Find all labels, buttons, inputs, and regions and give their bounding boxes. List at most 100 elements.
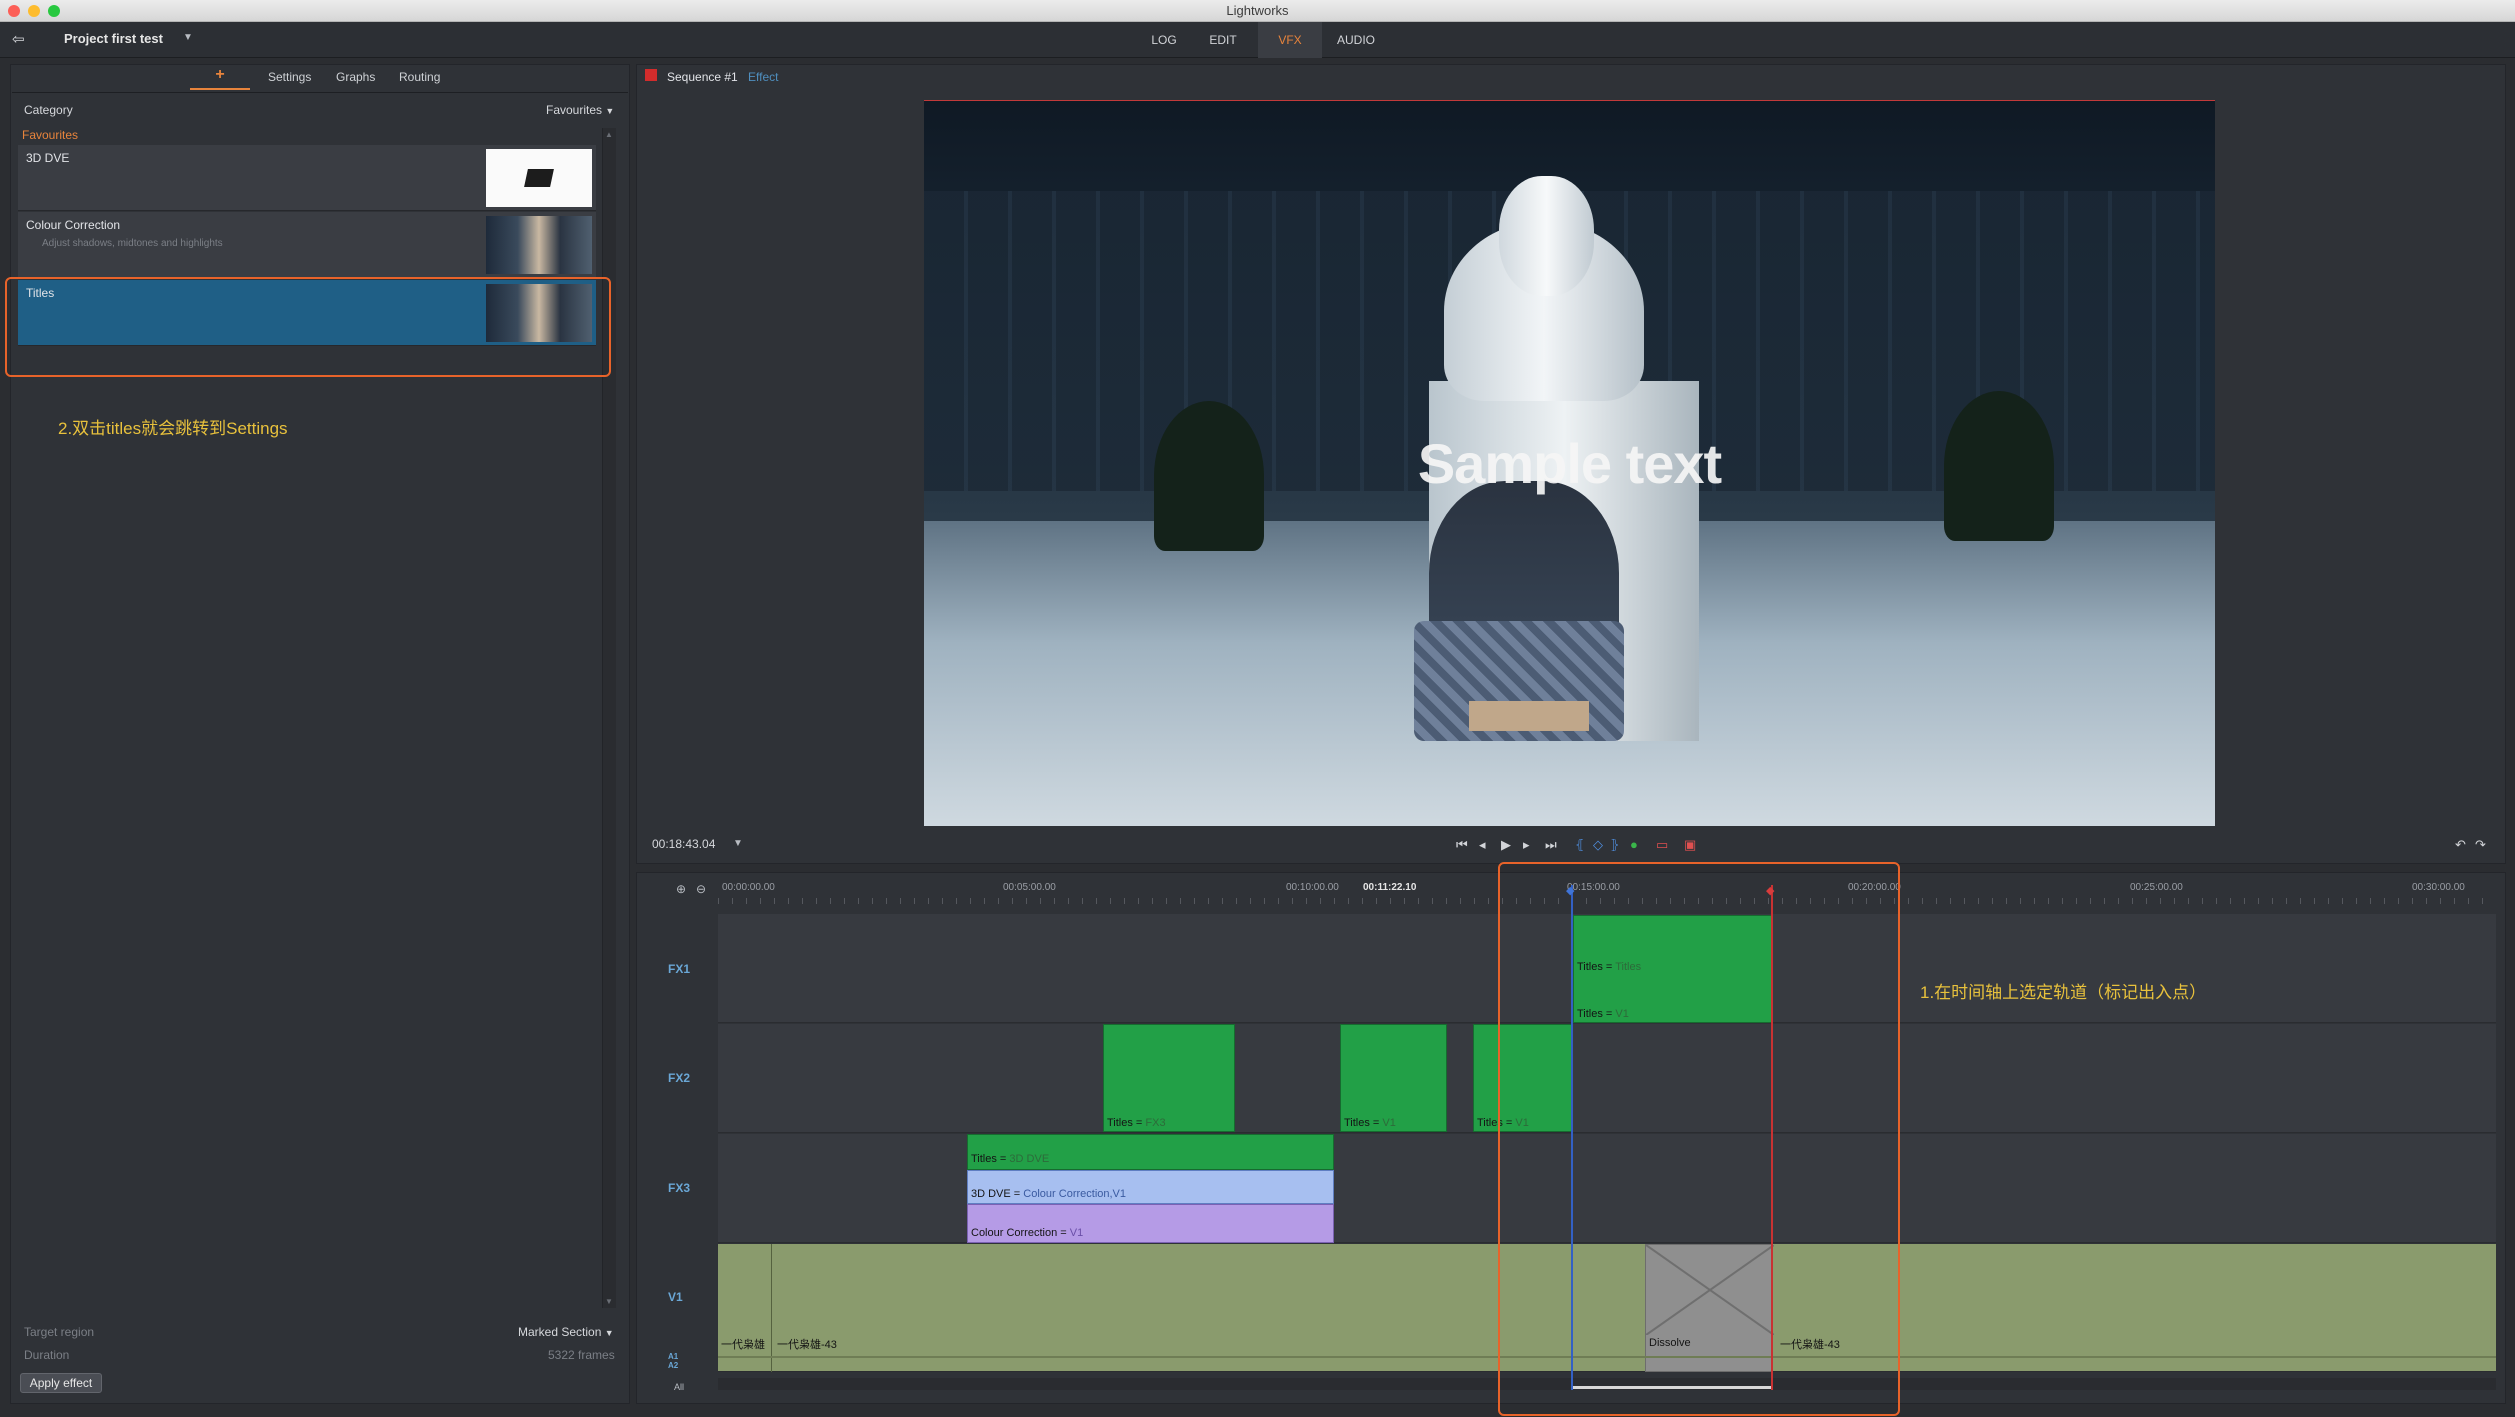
track-label-fx1[interactable]: FX1 <box>668 962 690 976</box>
tab-graphs[interactable]: Graphs <box>336 70 375 84</box>
apply-effect-button[interactable]: Apply effect <box>20 1373 102 1393</box>
target-region-select[interactable]: Marked Section ▼ <box>518 1325 614 1339</box>
sequence-color-swatch <box>645 69 657 81</box>
clip-titles-fx2[interactable]: Titles = V1 <box>1340 1024 1447 1132</box>
window-title: Lightworks <box>1226 3 1289 18</box>
panel-divider <box>12 92 628 93</box>
clip-title: Titles <box>1107 1117 1133 1129</box>
play-icon[interactable]: ▶ <box>1501 837 1511 853</box>
thumbnail-image <box>524 169 554 187</box>
clip-titles-fx3[interactable]: Titles = 3D DVE <box>967 1134 1334 1170</box>
title-overlay-text: Sample text <box>1417 432 1722 495</box>
clip-v1[interactable]: 一代枭雄 <box>718 1244 772 1372</box>
track-label-fx3[interactable]: FX3 <box>668 1181 690 1195</box>
tab-add-effect[interactable]: + <box>190 66 250 90</box>
zoom-in-icon[interactable]: ⊕ <box>676 882 686 896</box>
effect-thumbnail <box>486 216 592 274</box>
track-label-all[interactable]: All <box>674 1382 684 1392</box>
ruler-tick: 00:05:00.00 <box>1003 882 1056 893</box>
redo-icon[interactable]: ↷ <box>2475 837 2486 853</box>
chevron-down-icon[interactable]: ▼ <box>183 32 193 43</box>
ruler-tick: 00:00:00.00 <box>722 882 775 893</box>
track-label-a1-a2[interactable]: A1 A2 <box>668 1352 682 1370</box>
annotation-note-double-click: 2.双击titles就会跳转到Settings <box>58 419 288 438</box>
clip-label: Titles = FX3 <box>1107 1117 1166 1129</box>
clip-title: Titles <box>1344 1117 1370 1129</box>
category-value[interactable]: Favourites <box>546 103 602 117</box>
window-titlebar: Lightworks <box>0 0 2515 22</box>
sequence-effect-link[interactable]: Effect <box>748 70 778 84</box>
ruler-tick: 00:25:00.00 <box>2130 882 2183 893</box>
chevron-down-icon[interactable]: ▼ <box>605 106 614 116</box>
ruler-tick: 00:30:00.00 <box>2412 882 2465 893</box>
frame-bust-head <box>1499 176 1594 296</box>
clip-label: Titles = 3D DVE <box>971 1153 1050 1165</box>
viewer-timecode[interactable]: 00:18:43.04 <box>652 837 715 851</box>
effect-item-colour-correction[interactable]: Colour Correction Adjust shadows, midton… <box>18 212 596 278</box>
scroll-up-icon[interactable]: ▲ <box>605 130 613 139</box>
mark-out-icon[interactable]: ⦄ <box>1610 837 1620 853</box>
category-label: Category <box>24 103 73 117</box>
clear-marks-icon[interactable]: ◇ <box>1593 837 1603 853</box>
exit-project-icon[interactable]: ⇦ <box>12 30 32 48</box>
clip-source: V1 <box>1069 1227 1084 1239</box>
scroll-down-icon[interactable]: ▼ <box>605 1297 613 1306</box>
sequence-name[interactable]: Sequence #1 <box>667 70 738 84</box>
clip-title: 3D DVE <box>971 1188 1011 1200</box>
annotation-highlight-titles <box>5 277 611 377</box>
tab-vfx[interactable]: VFX <box>1258 22 1322 58</box>
annotation-highlight-timeline <box>1498 862 1900 1416</box>
clip-v1[interactable]: 一代枭雄-43 <box>774 1244 974 1372</box>
frame-stool <box>1469 701 1589 731</box>
ruler-tick: 00:10:00.00 <box>1286 882 1339 893</box>
clip-title: Colour Correction <box>971 1227 1058 1239</box>
replace-icon[interactable]: ▣ <box>1684 837 1696 853</box>
chevron-down-icon[interactable]: ▼ <box>605 1328 614 1338</box>
clip-label: Colour Correction = V1 <box>971 1227 1084 1239</box>
clip-colour-correction[interactable]: Colour Correction = V1 <box>967 1204 1334 1243</box>
target-region-label: Target region <box>24 1325 95 1339</box>
tab-edit[interactable]: EDIT <box>1198 22 1248 58</box>
favourites-header: Favourites <box>22 128 79 142</box>
category-select[interactable]: Favourites ▼ <box>546 103 614 117</box>
annotation-note-timeline: 1.在时间轴上选定轨道（标记出入点） <box>1920 983 2207 1002</box>
current-time-marker: 00:11:22.10 <box>1363 882 1417 893</box>
clip-title: Titles <box>971 1153 997 1165</box>
zoom-out-icon[interactable]: ⊖ <box>696 882 706 896</box>
tab-audio[interactable]: AUDIO <box>1328 22 1384 58</box>
step-forward-icon[interactable]: ▸ <box>1523 837 1530 853</box>
clip-source: FX3 <box>1145 1117 1166 1129</box>
clip-source: Colour Correction,V1 <box>1023 1188 1127 1200</box>
go-to-start-icon[interactable]: ⏮ <box>1456 837 1468 853</box>
track-label-v1[interactable]: V1 <box>668 1290 683 1304</box>
track-label-fx2[interactable]: FX2 <box>668 1071 690 1085</box>
clip-label: Titles = V1 <box>1344 1117 1396 1129</box>
duration-value: 5322 frames <box>548 1348 615 1362</box>
clip-source: V1 <box>1382 1117 1396 1129</box>
effect-thumbnail <box>486 149 592 207</box>
clip-title: 一代枭雄 <box>721 1339 765 1351</box>
effect-item-name: Colour Correction <box>26 218 121 232</box>
insert-icon[interactable]: ▭ <box>1656 837 1668 853</box>
tab-routing[interactable]: Routing <box>399 70 440 84</box>
clip-titles-fx2[interactable]: Titles = FX3 <box>1103 1024 1235 1132</box>
duration-label: Duration <box>24 1348 70 1362</box>
effect-item-3d-dve[interactable]: 3D DVE <box>18 145 596 211</box>
target-region-value[interactable]: Marked Section <box>518 1325 601 1339</box>
chevron-down-icon[interactable]: ▼ <box>733 838 743 849</box>
effect-item-name: 3D DVE <box>26 151 70 165</box>
clip-label: 3D DVE = Colour Correction,V1 <box>971 1188 1127 1200</box>
tab-log[interactable]: LOG <box>1140 22 1188 58</box>
clip-title: 一代枭雄-43 <box>777 1339 837 1351</box>
mark-in-icon[interactable]: ⦃ <box>1575 837 1585 853</box>
clip-3d-dve[interactable]: 3D DVE = Colour Correction,V1 <box>967 1170 1334 1204</box>
lock-icon[interactable]: ● <box>1630 837 1638 852</box>
clip-source: 3D DVE <box>1009 1153 1050 1165</box>
video-frame[interactable]: Sample text <box>924 100 2215 826</box>
undo-icon[interactable]: ↶ <box>2455 837 2466 853</box>
tab-settings[interactable]: Settings <box>268 70 311 84</box>
effect-item-description: Adjust shadows, midtones and highlights <box>42 238 223 249</box>
step-back-icon[interactable]: ◂ <box>1479 837 1486 853</box>
project-name[interactable]: Project first test <box>64 31 163 46</box>
go-to-end-icon[interactable]: ⏭ <box>1545 837 1557 853</box>
